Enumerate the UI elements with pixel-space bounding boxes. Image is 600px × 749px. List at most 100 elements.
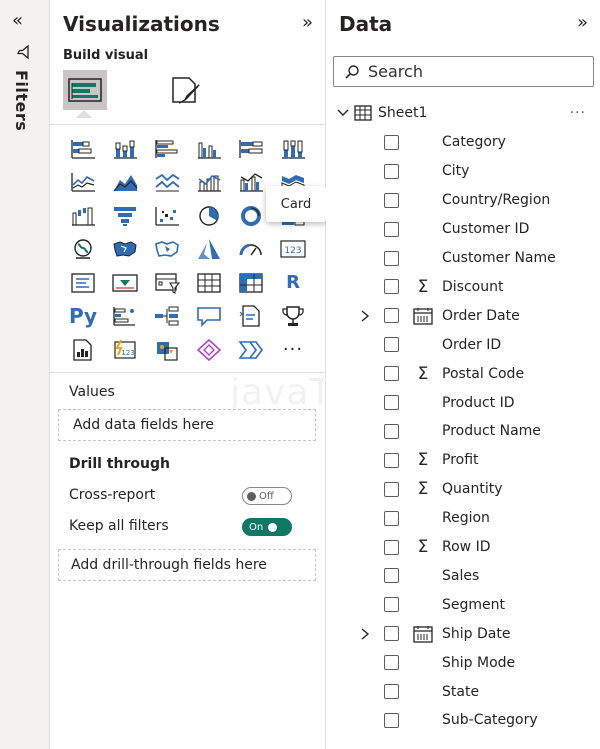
expand-data-button[interactable]: » [577, 12, 588, 33]
line-and-stacked-column-chart-icon[interactable] [188, 166, 230, 200]
pie-chart-icon[interactable] [188, 199, 230, 233]
field-row[interactable]: City [360, 157, 596, 186]
build-visual-tab[interactable] [63, 70, 107, 110]
field-row[interactable]: Sub-Category [360, 706, 596, 735]
search-input[interactable] [368, 62, 568, 81]
format-visual-tab[interactable] [164, 70, 208, 110]
field-checkbox[interactable] [384, 684, 399, 700]
search-box[interactable] [333, 56, 594, 87]
table-more-options-button[interactable]: ··· [570, 105, 586, 121]
field-row[interactable]: Σ Discount [360, 273, 596, 302]
qna-icon[interactable] [188, 300, 230, 334]
field-checkbox[interactable] [384, 192, 399, 208]
100-stacked-column-chart-icon[interactable] [272, 132, 314, 166]
stacked-area-chart-icon[interactable] [146, 166, 188, 200]
field-checkbox[interactable] [384, 712, 399, 728]
collapse-filters-button[interactable]: « [12, 10, 23, 31]
field-checkbox[interactable] [384, 423, 399, 439]
scatter-chart-icon[interactable] [146, 199, 188, 233]
field-checkbox[interactable] [384, 481, 399, 497]
slicer-icon[interactable] [146, 266, 188, 300]
field-checkbox[interactable] [384, 510, 399, 526]
field-row[interactable]: Ship Mode [360, 648, 596, 677]
visualizations-pane: Visualizations » Build visual 123 R Py 1… [50, 0, 428, 749]
gauge-icon[interactable] [230, 233, 272, 267]
chevron-down-icon[interactable] [336, 108, 354, 118]
field-checkbox[interactable] [384, 597, 399, 613]
field-checkbox[interactable] [384, 308, 399, 324]
power-automate-icon[interactable] [146, 333, 188, 367]
field-row[interactable]: Ship Date [360, 619, 596, 648]
field-row[interactable]: Region [360, 504, 596, 533]
field-checkbox[interactable] [384, 568, 399, 584]
cross-report-toggle[interactable]: Off [242, 487, 292, 505]
field-row[interactable]: Category [360, 128, 596, 157]
field-checkbox[interactable] [384, 163, 399, 179]
table-icon[interactable] [188, 266, 230, 300]
field-checkbox[interactable] [384, 452, 399, 468]
field-row[interactable]: Customer ID [360, 215, 596, 244]
field-row[interactable]: Σ Postal Code [360, 359, 596, 388]
card-icon[interactable]: 123 [272, 233, 314, 267]
shape-map-icon[interactable] [146, 233, 188, 267]
chevron-right-icon[interactable] [358, 309, 372, 323]
clustered-bar-chart-icon[interactable] [146, 132, 188, 166]
field-row[interactable]: Sales [360, 562, 596, 591]
keep-all-filters-toggle[interactable]: On [242, 518, 292, 536]
paginated-report-icon[interactable] [62, 333, 104, 367]
key-influencers-icon[interactable] [104, 300, 146, 334]
field-checkbox[interactable] [384, 134, 399, 150]
chevron-visual-icon[interactable] [230, 333, 272, 367]
field-checkbox[interactable] [384, 539, 399, 555]
field-row[interactable]: Σ Quantity [360, 475, 596, 504]
stacked-column-chart-icon[interactable] [104, 132, 146, 166]
field-row[interactable]: Σ Profit [360, 446, 596, 475]
clustered-column-chart-icon[interactable] [188, 132, 230, 166]
sigma-icon: Σ [417, 363, 429, 384]
power-apps-icon[interactable]: 123 [104, 333, 146, 367]
r-script-visual-icon[interactable]: R [272, 266, 314, 300]
filters-label[interactable]: Filters [12, 70, 31, 131]
expand-visualizations-button[interactable]: » [302, 12, 313, 33]
field-row[interactable]: Product ID [360, 388, 596, 417]
field-row[interactable]: Customer Name [360, 244, 596, 273]
matrix-icon[interactable] [230, 266, 272, 300]
python-visual-icon[interactable]: Py [62, 300, 104, 334]
field-row[interactable]: Segment [360, 590, 596, 619]
field-row[interactable]: Order Date [360, 301, 596, 330]
table-sheet1[interactable]: Sheet1 ··· [336, 102, 596, 124]
goals-trophy-icon[interactable] [272, 300, 314, 334]
area-chart-icon[interactable] [104, 166, 146, 200]
field-row[interactable]: Country/Region [360, 186, 596, 215]
100-stacked-bar-chart-icon[interactable] [230, 132, 272, 166]
diamond-visual-icon[interactable] [188, 333, 230, 367]
smart-narrative-icon[interactable] [230, 300, 272, 334]
field-checkbox[interactable] [384, 337, 399, 353]
azure-map-icon[interactable] [188, 233, 230, 267]
map-icon[interactable] [62, 233, 104, 267]
line-chart-icon[interactable] [62, 166, 104, 200]
field-checkbox[interactable] [384, 655, 399, 671]
field-checkbox[interactable] [384, 221, 399, 237]
field-label: Customer ID [442, 221, 530, 238]
field-checkbox[interactable] [384, 250, 399, 266]
funnel-chart-icon[interactable] [104, 199, 146, 233]
drill-through-drop-well[interactable]: Add drill-through fields here [58, 549, 316, 581]
field-row[interactable]: State [360, 677, 596, 706]
values-drop-well[interactable]: Add data fields here [58, 409, 316, 441]
filled-map-icon[interactable] [104, 233, 146, 267]
field-row[interactable]: Order ID [360, 330, 596, 359]
waterfall-chart-icon[interactable] [62, 199, 104, 233]
field-row[interactable]: Σ Row ID [360, 533, 596, 562]
more-visuals-button[interactable]: ··· [272, 333, 314, 367]
stacked-bar-chart-icon[interactable] [62, 132, 104, 166]
decomposition-tree-icon[interactable] [146, 300, 188, 334]
field-row[interactable]: Product Name [360, 417, 596, 446]
chevron-right-icon[interactable] [358, 627, 372, 641]
field-checkbox[interactable] [384, 626, 399, 642]
field-checkbox[interactable] [384, 366, 399, 382]
field-checkbox[interactable] [384, 395, 399, 411]
kpi-icon[interactable] [104, 266, 146, 300]
field-checkbox[interactable] [384, 279, 399, 295]
multi-row-card-icon[interactable] [62, 266, 104, 300]
